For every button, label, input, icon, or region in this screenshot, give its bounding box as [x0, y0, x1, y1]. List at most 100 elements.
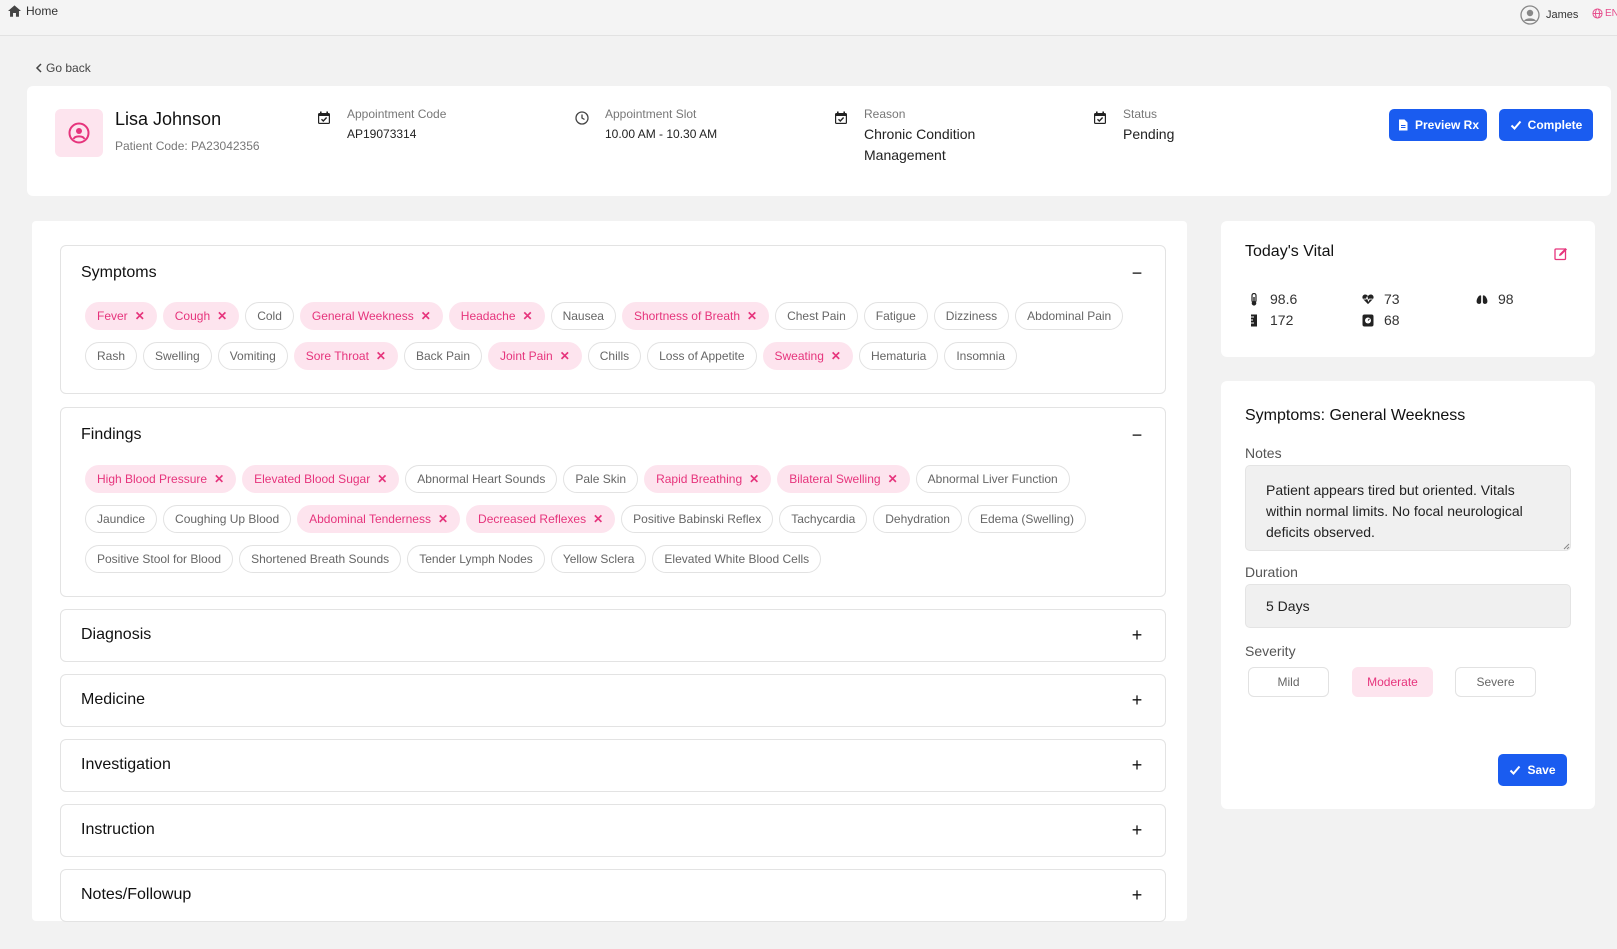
chip[interactable]: Coughing Up Blood [163, 505, 292, 533]
selected-chip[interactable]: Joint Pain ✕ [488, 342, 582, 370]
chip[interactable]: Abdominal Pain [1015, 302, 1124, 330]
remove-chip-icon[interactable]: ✕ [217, 309, 227, 323]
chip[interactable]: Positive Babinski Reflex [621, 505, 774, 533]
chip-label: Coughing Up Blood [175, 512, 280, 526]
chip-label: Edema (Swelling) [979, 512, 1075, 526]
remove-chip-icon[interactable]: ✕ [888, 472, 898, 486]
chip[interactable]: Edema (Swelling) [967, 505, 1087, 533]
selected-chip[interactable]: Abdominal Tenderness ✕ [297, 505, 461, 533]
chip[interactable]: Cold [245, 302, 294, 330]
expand-instruction-button[interactable]: + [1129, 821, 1145, 839]
user-circle-icon [68, 122, 90, 144]
remove-chip-icon[interactable]: ✕ [377, 472, 387, 486]
chip-label: Sweating [774, 349, 824, 363]
remove-chip-icon[interactable]: ✕ [438, 512, 448, 526]
remove-chip-icon[interactable]: ✕ [747, 309, 757, 323]
home-link[interactable]: Home [8, 4, 58, 18]
duration-input[interactable]: 5 Days [1245, 584, 1571, 628]
edit-icon[interactable] [1554, 247, 1568, 261]
chip[interactable]: Back Pain [403, 342, 482, 370]
chip[interactable]: Shortened Breath Sounds [239, 545, 402, 573]
chip[interactable]: Rash [85, 342, 138, 370]
chip-label: Decreased Reflexes [478, 512, 587, 526]
notes-textarea[interactable]: Patient appears tired but oriented. Vita… [1245, 465, 1571, 551]
chip[interactable]: Abnormal Liver Function [915, 465, 1070, 493]
chip[interactable]: Tender Lymph Nodes [407, 545, 545, 573]
chip[interactable]: Fatigue [863, 302, 928, 330]
chip[interactable]: Swelling [143, 342, 212, 370]
expand-medicine-button[interactable]: + [1129, 691, 1145, 709]
selected-chip[interactable]: Shortness of Breath ✕ [621, 302, 770, 330]
remove-chip-icon[interactable]: ✕ [135, 309, 145, 323]
chip[interactable]: Abnormal Heart Sounds [405, 465, 558, 493]
complete-button[interactable]: Complete [1499, 109, 1593, 141]
remove-chip-icon[interactable]: ✕ [421, 309, 431, 323]
remove-chip-icon[interactable]: ✕ [593, 512, 603, 526]
preview-rx-button[interactable]: Preview Rx [1389, 109, 1487, 141]
expand-notes-followup-button[interactable]: + [1129, 886, 1145, 904]
check-icon [1510, 765, 1521, 775]
selected-chip[interactable]: Cough ✕ [162, 302, 240, 330]
severity-mild-button[interactable]: Mild [1248, 667, 1329, 697]
selected-chip[interactable]: General Weekness ✕ [299, 302, 443, 330]
chip[interactable]: Positive Stool for Blood [85, 545, 234, 573]
selected-chip[interactable]: Headache ✕ [448, 302, 545, 330]
notes-followup-section[interactable]: Notes/Followup + [60, 869, 1166, 922]
expand-diagnosis-button[interactable]: + [1129, 626, 1145, 644]
resize-handle-icon[interactable] [1563, 543, 1570, 550]
language-selector[interactable]: EN [1592, 8, 1617, 19]
chip[interactable]: Yellow Sclera [550, 545, 647, 573]
severity-moderate-button[interactable]: Moderate [1352, 667, 1433, 697]
complete-label: Complete [1527, 118, 1583, 132]
chip[interactable]: Dehydration [873, 505, 962, 533]
collapse-symptoms-button[interactable]: − [1129, 264, 1145, 282]
severity-severe-button[interactable]: Severe [1455, 667, 1536, 697]
chip-label: Nausea [562, 309, 604, 323]
chip-label: Elevated Blood Sugar [254, 472, 371, 486]
remove-chip-icon[interactable]: ✕ [560, 349, 570, 363]
selected-chip[interactable]: Bilateral Swelling ✕ [777, 465, 910, 493]
medicine-section[interactable]: Medicine + [60, 674, 1166, 727]
remove-chip-icon[interactable]: ✕ [214, 472, 224, 486]
remove-chip-icon[interactable]: ✕ [523, 309, 533, 323]
selected-chip[interactable]: Sore Throat ✕ [293, 342, 398, 370]
ruler-icon [1251, 314, 1257, 326]
chip-label: Bilateral Swelling [789, 472, 881, 486]
chip-label: Fever [97, 309, 128, 323]
selected-chip[interactable]: Sweating ✕ [762, 342, 853, 370]
selected-chip[interactable]: Fever ✕ [85, 302, 157, 330]
home-icon [8, 5, 21, 17]
selected-chip[interactable]: High Blood Pressure ✕ [85, 465, 237, 493]
chip[interactable]: Vomiting [217, 342, 288, 370]
chip[interactable]: Chest Pain [775, 302, 858, 330]
selected-chip[interactable]: Rapid Breathing ✕ [644, 465, 772, 493]
chip[interactable]: Nausea [550, 302, 616, 330]
remove-chip-icon[interactable]: ✕ [376, 349, 386, 363]
chip[interactable]: Hematuria [858, 342, 939, 370]
expand-investigation-button[interactable]: + [1129, 756, 1145, 774]
chip[interactable]: Jaundice [85, 505, 158, 533]
vital-title: Today's Vital [1245, 243, 1335, 260]
chip[interactable]: Loss of Appetite [647, 342, 757, 370]
selected-chip[interactable]: Decreased Reflexes ✕ [466, 505, 616, 533]
collapse-findings-button[interactable]: − [1129, 426, 1145, 444]
user-menu[interactable]: James [1520, 5, 1578, 25]
diagnosis-section[interactable]: Diagnosis + [60, 609, 1166, 662]
go-back-link[interactable]: Go back [35, 61, 91, 75]
top-bar: Home James EN [0, 0, 1617, 36]
instruction-section[interactable]: Instruction + [60, 804, 1166, 857]
check-icon [1510, 120, 1521, 130]
remove-chip-icon[interactable]: ✕ [749, 472, 759, 486]
save-button[interactable]: Save [1498, 754, 1567, 786]
remove-chip-icon[interactable]: ✕ [831, 349, 841, 363]
chip-label: Headache [460, 309, 516, 323]
investigation-section[interactable]: Investigation + [60, 739, 1166, 792]
calendar-check-icon [318, 111, 330, 124]
chip[interactable]: Dizziness [933, 302, 1010, 330]
chip[interactable]: Tachycardia [779, 505, 868, 533]
chip[interactable]: Chills [587, 342, 642, 370]
chip[interactable]: Pale Skin [563, 465, 639, 493]
chip[interactable]: Insomnia [944, 342, 1018, 370]
selected-chip[interactable]: Elevated Blood Sugar ✕ [242, 465, 400, 493]
chip[interactable]: Elevated White Blood Cells [652, 545, 822, 573]
